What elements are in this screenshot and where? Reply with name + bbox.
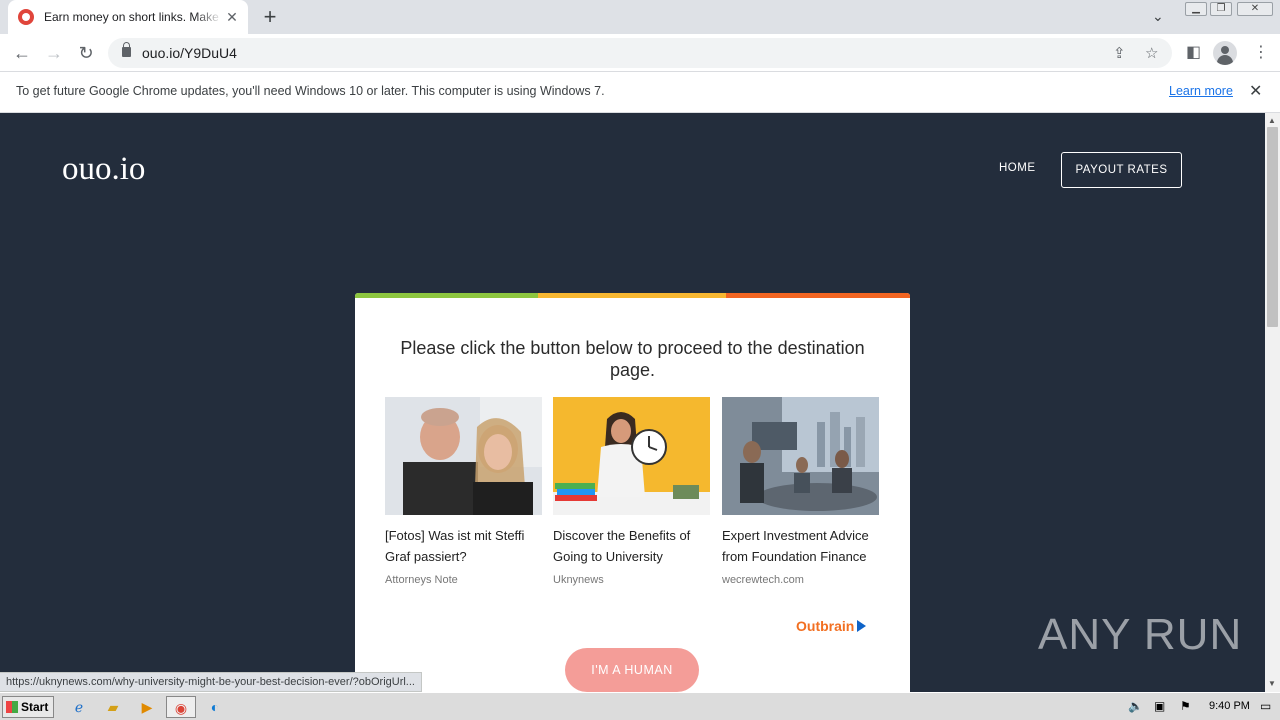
windows-flag-icon	[6, 701, 18, 713]
nav-home-link[interactable]: HOME	[999, 162, 1036, 174]
site-favicon-icon	[18, 9, 34, 25]
outbrain-logo[interactable]: Outbrain	[796, 618, 867, 634]
show-desktop-icon[interactable]: ▭	[1260, 699, 1271, 713]
url-text[interactable]: ouo.io/Y9DuU4	[142, 45, 237, 61]
menu-kebab-icon[interactable]: ⋮	[1253, 42, 1269, 62]
ad-source: wecrewtech.com	[722, 574, 804, 586]
ad-item[interactable]: Discover the Benefits of Going to Univer…	[553, 397, 710, 586]
scroll-thumb[interactable]	[1267, 127, 1278, 327]
ad-title[interactable]: Discover the Benefits of Going to Univer…	[553, 525, 710, 567]
network-icon[interactable]: ▣	[1154, 699, 1165, 713]
scroll-up-icon[interactable]: ▲	[1268, 116, 1276, 125]
ad-thumbnail[interactable]	[553, 397, 710, 515]
payout-rates-button[interactable]: PAYOUT RATES	[1061, 152, 1182, 188]
im-a-human-button[interactable]: I'M A HUMAN	[565, 648, 699, 692]
ad-thumbnail[interactable]	[385, 397, 542, 515]
infobar-close-icon[interactable]: ✕	[1249, 81, 1262, 101]
site-logo[interactable]: ouo.io	[62, 151, 145, 188]
start-label: Start	[21, 700, 49, 714]
media-player-icon[interactable]: ▶	[132, 696, 162, 718]
page-viewport: ouo.io HOME PAYOUT RATES Please click th…	[0, 113, 1265, 692]
ad-title[interactable]: Expert Investment Advice from Foundation…	[722, 525, 879, 567]
ad-item[interactable]: Expert Investment Advice from Foundation…	[722, 397, 879, 586]
ad-thumbnail[interactable]	[722, 397, 879, 515]
system-tray: 🔈 ▣ ⚑ ▭	[1120, 695, 1280, 719]
address-bar[interactable]: ouo.io/Y9DuU4 ⇪ ☆	[108, 38, 1172, 68]
forward-button[interactable]: →	[42, 42, 66, 64]
ad-title[interactable]: [Fotos] Was ist mit Steffi Graf passiert…	[385, 525, 542, 567]
outbrain-label: Outbrain	[796, 618, 855, 634]
reload-button[interactable]: ↻	[74, 42, 98, 64]
share-icon[interactable]: ⇪	[1113, 44, 1126, 62]
new-tab-button[interactable]: +	[260, 6, 280, 28]
scroll-down-icon[interactable]: ▼	[1268, 679, 1276, 688]
edge-icon[interactable]: ◐	[200, 696, 230, 718]
anyrun-watermark: ANY RUN	[1038, 610, 1243, 659]
ad-source: Attorneys Note	[385, 574, 458, 586]
tab-title: Earn money on short links. Make short li…	[44, 10, 222, 24]
action-center-flag-icon[interactable]: ⚑	[1180, 699, 1191, 713]
back-button[interactable]: ←	[10, 42, 34, 64]
internet-explorer-icon[interactable]: ℯ	[64, 696, 94, 718]
page-scrollbar[interactable]: ▲ ▼	[1265, 113, 1280, 692]
minimize-button[interactable]: ▁	[1185, 2, 1207, 16]
browser-toolbar: ← → ↻ ouo.io/Y9DuU4 ⇪ ☆ ◧ ⋮	[0, 34, 1280, 72]
profile-avatar-icon[interactable]	[1213, 41, 1237, 65]
proceed-card: Please click the button below to proceed…	[355, 293, 910, 692]
infobar-message: To get future Google Chrome updates, you…	[16, 84, 605, 98]
close-tab-icon[interactable]: ✕	[224, 9, 240, 25]
update-infobar: To get future Google Chrome updates, you…	[0, 72, 1280, 113]
restore-button[interactable]: ❐	[1210, 2, 1232, 16]
ad-item[interactable]: [Fotos] Was ist mit Steffi Graf passiert…	[385, 397, 542, 586]
start-button[interactable]: Start	[2, 696, 54, 718]
lock-icon[interactable]	[122, 42, 131, 57]
volume-icon[interactable]: 🔈	[1128, 699, 1143, 713]
learn-more-link[interactable]: Learn more	[1169, 84, 1233, 98]
side-panel-icon[interactable]: ◧	[1186, 42, 1201, 62]
browser-tab[interactable]: Earn money on short links. Make short li…	[8, 0, 248, 34]
card-color-stripe	[355, 293, 910, 298]
proceed-heading: Please click the button below to proceed…	[400, 338, 865, 380]
tab-search-chevron-icon[interactable]: ⌄	[1152, 8, 1164, 25]
ad-source: Uknynews	[553, 574, 604, 586]
file-explorer-icon[interactable]: ▰	[98, 696, 128, 718]
status-bar-url: https://uknynews.com/why-university-migh…	[0, 672, 422, 692]
tab-strip: Earn money on short links. Make short li…	[0, 0, 1280, 34]
taskbar-clock[interactable]: 9:40 PM	[1209, 700, 1250, 712]
bookmark-star-icon[interactable]: ☆	[1145, 44, 1158, 62]
outbrain-arrow-icon	[857, 620, 867, 632]
windows-taskbar: Start ℯ ▰ ▶ ◉ ◐ 🔈 ▣ ⚑ ▭ 9:40 PM	[0, 692, 1280, 720]
chrome-taskbar-icon[interactable]: ◉	[166, 696, 196, 718]
close-window-button[interactable]: ✕	[1237, 2, 1273, 16]
